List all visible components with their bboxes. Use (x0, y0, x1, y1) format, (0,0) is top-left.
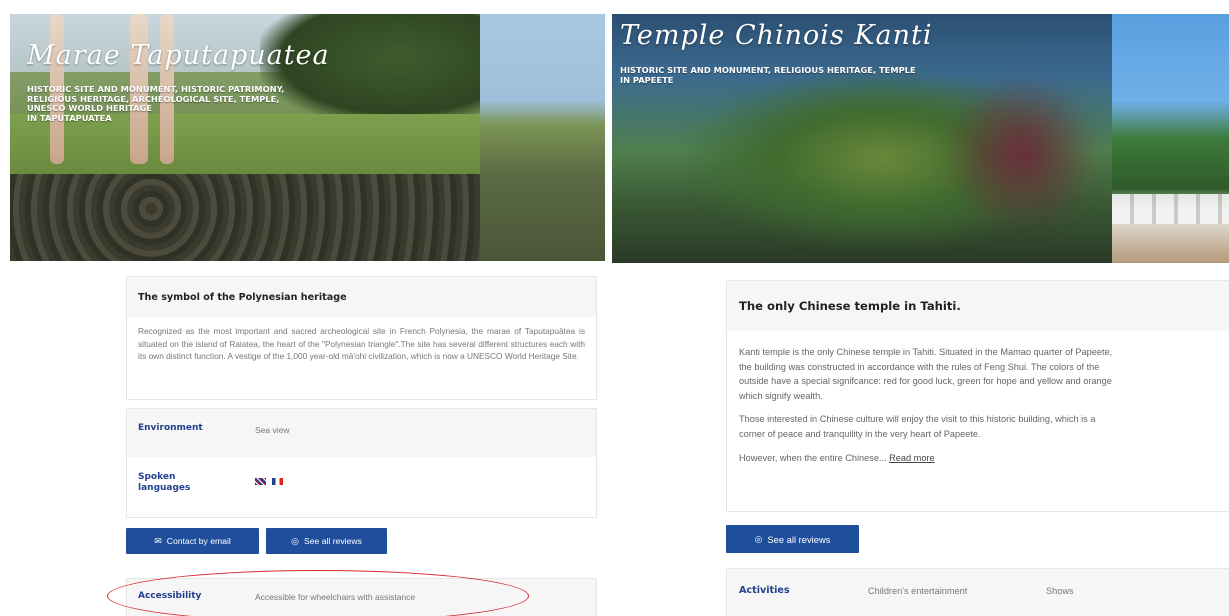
chat-icon: ◎ (291, 535, 300, 546)
activity-value: Children's entertainment (868, 586, 968, 596)
hero-side-photo (480, 14, 605, 261)
description-line: outside have a special signifcance: red … (739, 376, 1112, 387)
hero-subtitle-line: IN TAPUTAPUATEA (27, 112, 112, 123)
languages-label: Spoken languages (138, 472, 190, 494)
description-text: Recognized as the most important and sac… (138, 326, 585, 362)
description-card-right: The only Chinese temple in Tahiti. Kanti… (726, 280, 1229, 512)
description-line: the building was constructed in accordan… (739, 361, 1100, 372)
activity-value: Shows (1046, 586, 1074, 596)
environment-label: Environment (138, 423, 203, 433)
truncated-text: However, when the entire Chinese... (739, 452, 887, 463)
description-line: which signify wealth. (739, 390, 823, 401)
see-all-reviews-button[interactable]: ◎ See all reviews (266, 528, 387, 554)
hero-title-right: Temple Chinois Kanti (620, 20, 933, 51)
chat-icon: ◎ (754, 533, 763, 544)
description-line: However, when the entire Chinese... Read… (739, 451, 1217, 466)
languages-row: Spoken languages (127, 457, 596, 519)
hero-stones (10, 174, 480, 261)
activities-label: Activities (739, 585, 790, 596)
hero-side-photo (1112, 14, 1229, 263)
info-card-left: Environment Sea view Spoken languages (126, 408, 597, 518)
reviews-button-label: See all reviews (304, 536, 362, 546)
see-all-reviews-button[interactable]: ◎ See all reviews (726, 525, 859, 553)
languages-label-line: languages (138, 483, 191, 493)
description-text: Kanti temple is the only Chinese temple … (727, 331, 1229, 465)
hero-image-temple (612, 14, 1229, 263)
hero-subtitle-line: IN PAPEETE (620, 74, 674, 85)
description-line: corner of peace and tranquility in the v… (739, 428, 981, 439)
envelope-icon: ✉ (154, 535, 162, 546)
hero-subtitle-right: HISTORIC SITE AND MONUMENT, RELIGIOUS HE… (620, 65, 916, 85)
contact-button-label: Contact by email (166, 536, 231, 546)
hero-grass (10, 114, 480, 174)
description-heading: The symbol of the Polynesian heritage (127, 277, 596, 317)
highlight-oval (107, 570, 529, 616)
read-more-link[interactable]: Read more (889, 453, 934, 463)
description-card-left: The symbol of the Polynesian heritage Re… (126, 276, 597, 400)
language-flags (255, 473, 285, 491)
environment-row: Environment Sea view (127, 409, 596, 457)
hero-railing (1112, 194, 1229, 224)
hero-blur-red (942, 74, 1102, 234)
uk-flag-icon (255, 478, 266, 486)
description-line: Kanti temple is the only Chinese temple … (739, 347, 1113, 357)
activities-row: Activities Children's entertainment Show… (726, 568, 1229, 616)
contact-by-email-button[interactable]: ✉ Contact by email (126, 528, 259, 554)
france-flag-icon (272, 478, 284, 486)
description-line: Those interested in Chinese culture will… (739, 414, 1096, 425)
hero-subtitle-left: HISTORIC SITE AND MONUMENT, HISTORIC PAT… (27, 84, 284, 123)
languages-label-line: Spoken (138, 472, 176, 482)
hero-title-left: Marae Taputapuatea (27, 40, 330, 71)
reviews-button-label: See all reviews (767, 533, 831, 545)
environment-value: Sea view (255, 425, 290, 435)
description-heading: The only Chinese temple in Tahiti. (727, 281, 1229, 331)
